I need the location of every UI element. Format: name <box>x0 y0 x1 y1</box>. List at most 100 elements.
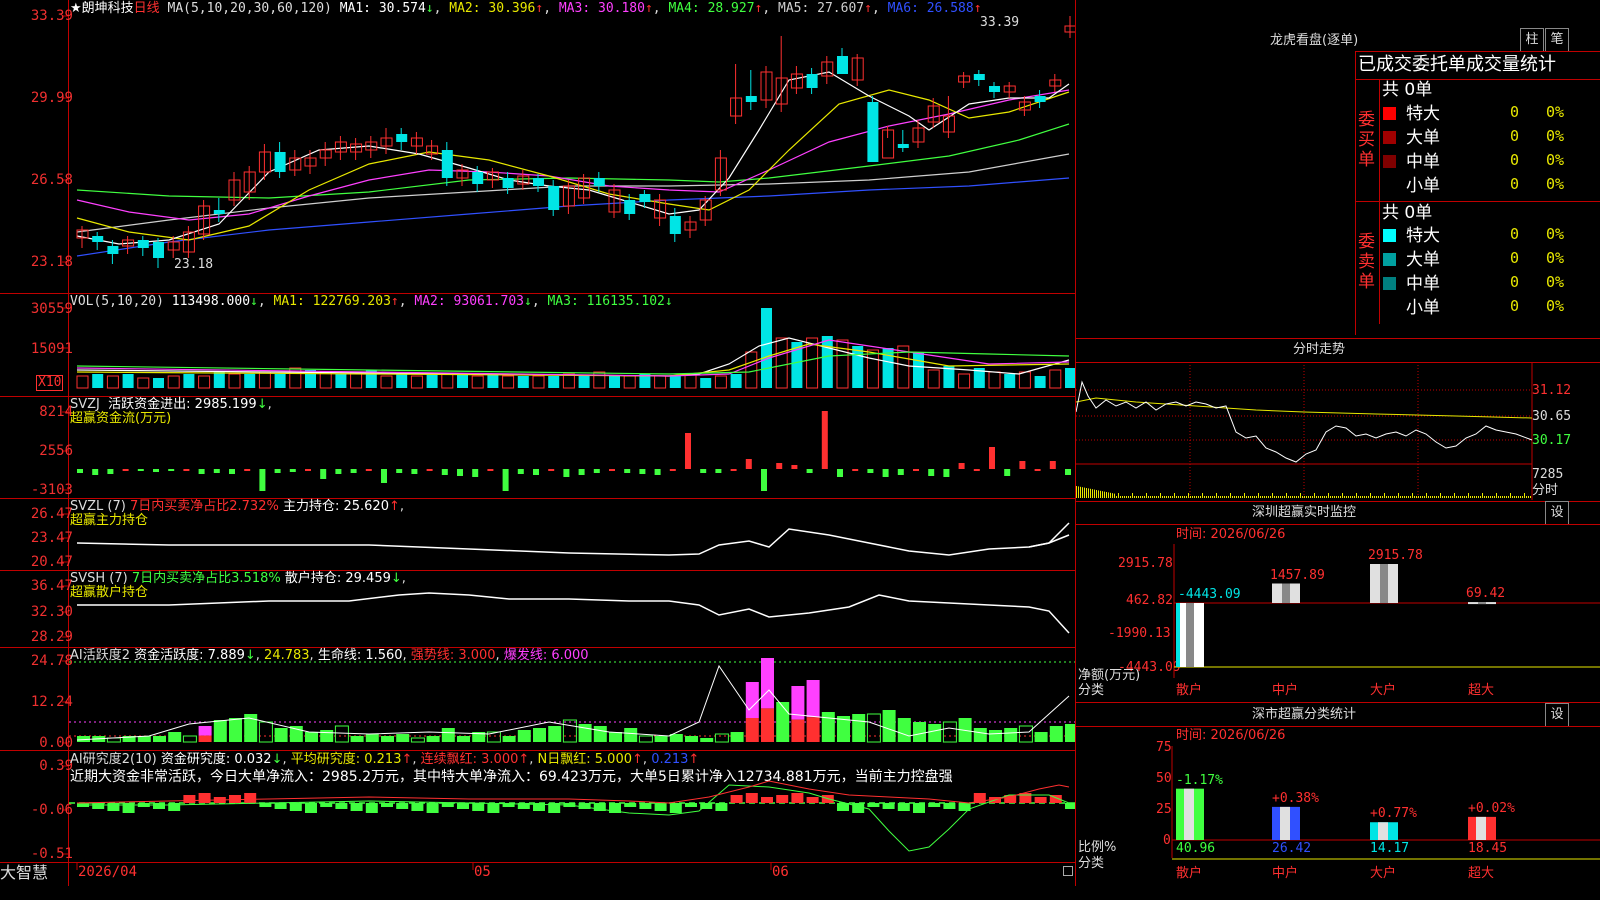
intraday-volume-bar <box>1374 496 1375 498</box>
buy-row-label: 小单 <box>1406 176 1440 196</box>
volume-bar <box>1065 368 1075 388</box>
candlestick-chart[interactable] <box>69 0 1075 293</box>
sz-monitor-chart[interactable] <box>1076 524 1600 702</box>
fund-flow-bar <box>350 469 357 473</box>
fund-flow-bar <box>897 469 904 475</box>
intraday-volume-bar <box>1320 496 1321 498</box>
intraday-volume-bar <box>1178 496 1179 498</box>
intraday-volume-bar <box>1464 496 1465 498</box>
price-axis-label: 33.39 <box>30 8 73 24</box>
activity-bar <box>168 732 182 742</box>
sz-monitor-settings-button[interactable]: 设 <box>1545 501 1569 525</box>
intraday-volume-bar <box>1402 496 1403 498</box>
intraday-volume-bar <box>1448 496 1449 498</box>
ai-active-chart[interactable] <box>69 648 1075 750</box>
intraday-volume-bar <box>1198 496 1199 498</box>
intraday-volume-bar <box>1276 496 1277 498</box>
candle <box>533 178 544 186</box>
svzl-chart[interactable] <box>69 499 1075 570</box>
activity-bar <box>365 734 379 742</box>
volume-bar <box>183 374 195 388</box>
research-bar <box>745 793 758 803</box>
ai-active-axis-label: 0.00 <box>39 735 73 751</box>
stat-bar-shade <box>1280 806 1290 840</box>
research-bar <box>685 803 697 807</box>
intraday-volume-bar <box>1416 496 1417 498</box>
tick-mode-button[interactable]: 笔 <box>1545 28 1569 52</box>
volume-bar <box>623 375 636 389</box>
intraday-volume-bar <box>1184 496 1185 498</box>
volume-bar <box>714 375 727 389</box>
research-bar <box>867 803 880 807</box>
buy-color-swatch <box>1383 107 1396 120</box>
research-bar <box>183 795 196 803</box>
volume-bar <box>92 374 104 388</box>
intraday-volume-bar <box>1118 493 1119 498</box>
sz-stats-title: 深市超赢分类统计 <box>1252 707 1357 722</box>
sell-row-pct: 0% <box>1546 225 1565 243</box>
intraday-volume-bar <box>1226 496 1227 498</box>
bar-mode-button[interactable]: 柱 <box>1520 28 1544 52</box>
lock-icon[interactable] <box>1063 866 1073 876</box>
intraday-volume-bar <box>1494 496 1495 498</box>
activity-bar <box>821 712 835 742</box>
intraday-volume-bar <box>1344 496 1345 498</box>
volume-bar <box>548 376 560 388</box>
activity-bar <box>1004 728 1018 742</box>
ai-research-chart[interactable] <box>69 751 1075 862</box>
monitor-bar-shade <box>1282 583 1290 603</box>
intraday-volume-bar <box>1386 496 1387 498</box>
activity-bar <box>609 732 622 742</box>
intraday-volume-bar <box>1250 496 1251 498</box>
intraday-volume-bar <box>1080 486 1081 498</box>
candle <box>548 186 560 210</box>
fund-flow-bar <box>548 469 555 471</box>
intraday-volume-bar <box>1404 496 1405 498</box>
ma3-line <box>76 89 1070 221</box>
intraday-volume-bar <box>1254 496 1255 498</box>
fund-flow-bar <box>517 469 524 474</box>
volume-bar <box>669 376 681 388</box>
intraday-volume-bar <box>1186 496 1187 498</box>
intraday-chart[interactable] <box>1076 362 1600 500</box>
price-axis-label: 23.18 <box>30 254 73 270</box>
volume-bar <box>593 371 606 389</box>
activity-bar <box>198 726 212 736</box>
fund-flow-bar <box>624 469 631 473</box>
volume-bar <box>198 375 211 389</box>
intraday-volume-bar <box>1174 493 1175 498</box>
svzj-chart[interactable] <box>69 397 1075 498</box>
sz-stats-chart[interactable] <box>1076 726 1600 886</box>
sz-stats-settings-button[interactable]: 设 <box>1545 703 1569 727</box>
intraday-volume-bar <box>1358 496 1359 498</box>
research-bar <box>396 803 409 809</box>
intraday-volume-bar <box>1438 496 1439 498</box>
intraday-volume-bar <box>1352 496 1353 498</box>
activity-bar <box>258 721 273 743</box>
research-bar <box>381 803 393 807</box>
candle <box>107 246 119 254</box>
fund-flow-bar <box>867 469 874 473</box>
intraday-volume-bar <box>1150 496 1151 498</box>
candle <box>867 102 879 162</box>
intraday-volume-bar <box>1422 496 1423 498</box>
fund-flow-bar <box>137 469 144 471</box>
monitor-bar-shade <box>1380 564 1388 603</box>
intraday-volume-bar <box>1098 490 1099 498</box>
research-bar <box>913 803 925 813</box>
fund-flow-bar <box>77 469 83 473</box>
intraday-volume-bar <box>1102 491 1103 498</box>
buy-row-count: 0 <box>1510 103 1520 121</box>
activity-bar <box>730 732 744 742</box>
volume-bar <box>684 373 697 389</box>
intraday-volume-bar <box>1456 496 1457 498</box>
intraday-volume-bar <box>1246 496 1247 498</box>
price-axis-label: 26.58 <box>30 172 73 188</box>
panel-divider <box>1355 201 1600 202</box>
intraday-volume-bar <box>1420 496 1421 498</box>
volume-chart[interactable] <box>69 294 1075 396</box>
buy-color-swatch <box>1383 155 1396 168</box>
candle <box>502 178 514 188</box>
svsh-chart[interactable] <box>69 571 1075 647</box>
activity-bar <box>198 735 212 742</box>
